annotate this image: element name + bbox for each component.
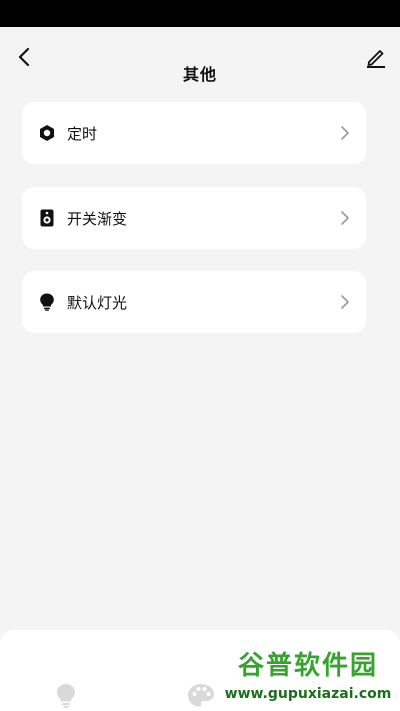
status-bar — [0, 0, 400, 27]
watermark-logo: 谷普软件园 www.gupuxiazai.com — [218, 647, 398, 711]
watermark-title: 谷普软件园 — [237, 651, 378, 681]
pencil-icon — [367, 50, 385, 68]
tab-light[interactable] — [54, 682, 78, 710]
menu-item-switch-fade[interactable]: 开关渐变 — [22, 187, 366, 249]
menu-item-label: 开关渐变 — [67, 209, 128, 228]
edit-button[interactable] — [360, 41, 392, 73]
menu-item-timer[interactable]: 定时 — [22, 102, 366, 164]
header: 其他 — [0, 27, 400, 87]
page-title: 其他 — [182, 65, 217, 84]
bulb-icon — [57, 684, 75, 708]
chevron-right-icon — [338, 210, 352, 226]
menu-item-label: 定时 — [67, 124, 98, 143]
menu-item-label: 默认灯光 — [67, 293, 128, 312]
palette-icon — [188, 684, 214, 707]
speaker-icon — [38, 209, 56, 227]
tab-color[interactable] — [186, 682, 216, 710]
chevron-right-icon — [338, 125, 352, 141]
menu-item-default-light[interactable]: 默认灯光 — [22, 271, 366, 333]
chevron-right-icon — [338, 294, 352, 310]
watermark-url: www.gupuxiazai.com — [224, 686, 392, 702]
hexagon-timer-icon — [38, 124, 56, 142]
bulb-icon — [38, 293, 56, 311]
